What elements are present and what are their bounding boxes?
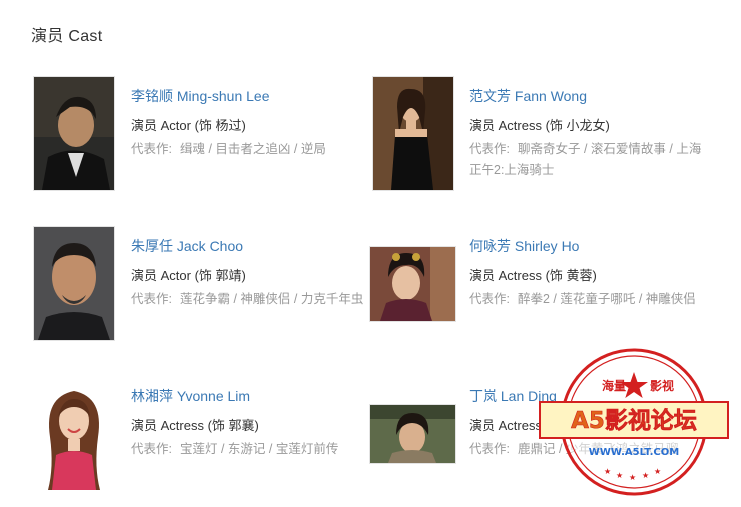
svg-text:★: ★	[604, 467, 611, 476]
actor-photo[interactable]	[372, 76, 454, 191]
section-title: 演员 Cast	[31, 28, 103, 45]
actor-photo[interactable]	[33, 376, 115, 491]
actor-name-link[interactable]: 何咏芳 Shirley Ho	[469, 236, 579, 256]
works-label: 代表作:	[469, 292, 510, 306]
svg-text:★: ★	[642, 471, 649, 480]
actor-works: 代表作: 莲花争霸 / 神雕侠侣 / 力克千年虫	[131, 289, 371, 310]
actor-name-link[interactable]: 朱厚任 Jack Choo	[131, 236, 243, 256]
svg-text:★: ★	[616, 471, 623, 480]
actor-role: 演员 Actress (饰 郭襄)	[131, 418, 259, 433]
works-label: 代表作:	[469, 442, 510, 456]
stamp-top-right-text: 影视	[650, 378, 674, 393]
svg-text:★: ★	[654, 467, 661, 476]
actor-photo[interactable]	[369, 246, 456, 322]
works-label: 代表作:	[131, 292, 172, 306]
actor-works: 代表作: 缉魂 / 目击者之追凶 / 逆局	[131, 139, 376, 160]
works-label: 代表作:	[469, 142, 510, 156]
actor-name-link[interactable]: 李铭顺 Ming-shun Lee	[131, 86, 270, 106]
actor-works: 代表作: 宝莲灯 / 东游记 / 宝莲灯前传	[131, 439, 376, 460]
stamp-banner-text: A5影视论坛	[571, 407, 697, 434]
works-label: 代表作:	[131, 142, 172, 156]
stamp-url-text: WWW.A5LT.COM	[589, 447, 679, 458]
stamp-top-left-text: 海量	[602, 378, 626, 393]
works-list: 莲花争霸 / 神雕侠侣 / 力克千年虫	[179, 292, 364, 306]
works-list: 缉魂 / 目击者之追凶 / 逆局	[179, 142, 326, 156]
actor-role: 演员 Actress (饰 黄蓉)	[469, 268, 597, 283]
actor-role: 演员 Actor (饰 郭靖)	[131, 268, 246, 283]
actor-works: 代表作: 醉拳2 / 莲花童子哪吒 / 神雕侠侣	[469, 289, 709, 310]
works-list: 宝莲灯 / 东游记 / 宝莲灯前传	[179, 442, 339, 456]
actor-name-link[interactable]: 范文芳 Fann Wong	[469, 86, 587, 106]
works-label: 代表作:	[131, 442, 172, 456]
watermark-stamp: 海量 影视 A5影视论坛 WWW.A5LT.COM ★ ★ ★ ★ ★	[534, 342, 734, 502]
actor-photo[interactable]	[33, 76, 115, 191]
works-list: 醉拳2 / 莲花童子哪吒 / 神雕侠侣	[517, 292, 696, 306]
actor-photo[interactable]	[33, 226, 115, 341]
svg-text:★: ★	[629, 473, 636, 482]
actor-role: 演员 Actress (饰 小龙女)	[469, 118, 610, 133]
actor-name-link[interactable]: 林湘萍 Yvonne Lim	[131, 386, 250, 406]
actor-photo[interactable]	[369, 404, 456, 464]
actor-role: 演员 Actor (饰 杨过)	[131, 118, 246, 133]
actor-works: 代表作: 聊斋奇女子 / 滚石爱情故事 / 上海正午2:上海骑士	[469, 139, 709, 181]
